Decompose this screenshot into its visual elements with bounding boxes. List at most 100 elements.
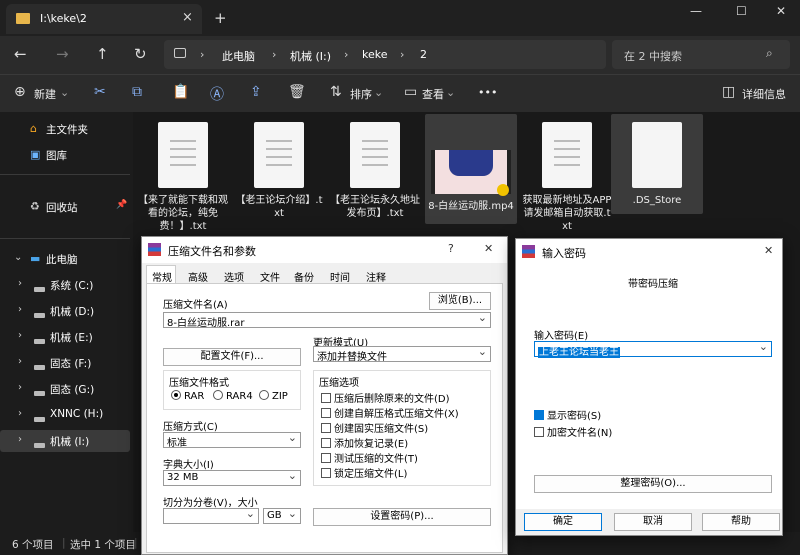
breadcrumb-item[interactable]: 此电脑	[222, 48, 255, 64]
pin-icon[interactable]: 📌	[116, 200, 127, 210]
sort-button[interactable]: 排序	[350, 86, 372, 102]
dictionary-select[interactable]: 32 MB	[163, 469, 301, 486]
sidebar-item-drive-f[interactable]: › 固态 (F:)	[0, 352, 130, 374]
window-tab[interactable]: I:\keke\2 ×	[6, 4, 202, 34]
file-item[interactable]: .DS_Store	[611, 114, 703, 214]
archive-name-input[interactable]: 8-白丝运动服.rar	[163, 311, 491, 329]
cancel-button[interactable]: 取消	[614, 513, 692, 531]
test-files-checkbox[interactable]: 测试压缩的文件(T)	[321, 450, 418, 465]
split-size-input[interactable]	[163, 507, 259, 524]
sidebar-item-this-pc[interactable]: ⌄ ▬ 此电脑	[0, 248, 130, 270]
ok-button[interactable]: 确定	[524, 513, 602, 531]
split-unit-select[interactable]: GB	[263, 507, 301, 524]
sidebar-item-drive-d[interactable]: › 机械 (D:)	[0, 300, 130, 322]
chevron-right-icon[interactable]: ›	[18, 408, 22, 419]
chevron-down-icon[interactable]: ⌄	[14, 252, 22, 263]
method-select[interactable]: 标准	[163, 431, 301, 449]
browse-button[interactable]: 浏览(B)...	[429, 292, 491, 310]
monitor-icon	[174, 48, 186, 58]
search-box[interactable]: 在 2 中搜索 ⌕	[612, 40, 790, 69]
chevron-right-icon[interactable]: ›	[18, 356, 22, 367]
more-button[interactable]: •••	[478, 86, 497, 99]
set-password-button[interactable]: 设置密码(P)...	[313, 508, 491, 526]
forward-button[interactable]: →	[56, 45, 69, 63]
update-mode-select[interactable]: 添加并替换文件	[313, 345, 491, 363]
up-button[interactable]: ↑	[96, 45, 109, 63]
minimize-button[interactable]: —	[690, 4, 702, 18]
tab-options[interactable]: 选项	[224, 269, 244, 284]
breadcrumb-item[interactable]: keke	[362, 48, 388, 61]
tab-comment[interactable]: 注释	[366, 269, 386, 284]
back-button[interactable]: ←	[14, 45, 27, 63]
show-password-checkbox[interactable]: 显示密码(S)	[534, 407, 601, 422]
chevron-right-icon[interactable]: ›	[18, 278, 22, 289]
winrar-icon	[148, 243, 161, 256]
breadcrumb-item[interactable]: 机械 (I:)	[290, 48, 331, 64]
text-file-icon	[542, 122, 592, 188]
copy-icon[interactable]: ⧉	[132, 84, 142, 100]
password-input[interactable]: 上老王论坛当老王	[534, 340, 772, 358]
file-name: .DS_Store	[632, 195, 682, 206]
sidebar-item-label: 系统 (C:)	[50, 280, 94, 292]
close-dialog-button[interactable]: ✕	[484, 242, 493, 255]
sidebar-item-drive-g[interactable]: › 固态 (G:)	[0, 378, 130, 400]
delete-after-checkbox[interactable]: 压缩后删除原来的文件(D)	[321, 390, 450, 405]
file-item[interactable]: 获取最新地址及APP请发邮箱自动获取.txt	[521, 114, 613, 233]
cut-icon[interactable]: ✂	[94, 84, 106, 100]
chevron-right-icon: ›	[272, 48, 277, 61]
tab-backup[interactable]: 备份	[294, 269, 314, 284]
help-button[interactable]: 帮助	[702, 513, 780, 531]
rename-icon[interactable]: Ⓐ	[210, 84, 224, 104]
close-dialog-button[interactable]: ✕	[764, 244, 773, 257]
sidebar-item-home[interactable]: ⌂ 主文件夹	[0, 118, 130, 140]
organize-passwords-button[interactable]: 整理密码(O)...	[534, 475, 772, 493]
paste-icon[interactable]: 📋	[172, 84, 189, 100]
view-button[interactable]: 查看	[422, 86, 444, 102]
sfx-checkbox[interactable]: 创建自解压格式压缩文件(X)	[321, 405, 459, 420]
sidebar-item-label: 固态 (F:)	[50, 358, 92, 370]
breadcrumb-item[interactable]: 2	[420, 48, 427, 61]
navigation-pane: ⌂ 主文件夹 ▣ 图库 ♻ 回收站 📌 ⌄ ▬ 此电脑 › 系统 (C:) › …	[0, 112, 133, 532]
search-input[interactable]: 在 2 中搜索	[624, 48, 682, 64]
chevron-right-icon[interactable]: ›	[18, 434, 22, 445]
chevron-right-icon[interactable]: ›	[18, 330, 22, 341]
format-rar4-radio[interactable]: RAR4	[213, 390, 253, 402]
tab-files[interactable]: 文件	[260, 269, 280, 284]
new-icon: ⊕	[14, 84, 26, 100]
tab-general[interactable]: 常规	[152, 269, 172, 284]
new-button[interactable]: 新建	[34, 86, 56, 102]
maximize-button[interactable]: ☐	[736, 4, 747, 18]
file-item[interactable]: 8-白丝运动服.mp4	[425, 114, 517, 224]
refresh-button[interactable]: ↻	[134, 45, 147, 63]
sidebar-item-recycle-bin[interactable]: ♻ 回收站 📌	[0, 196, 130, 218]
lock-archive-checkbox[interactable]: 锁定压缩文件(L)	[321, 465, 407, 480]
chevron-right-icon[interactable]: ›	[18, 304, 22, 315]
sidebar-item-drive-h[interactable]: › XNNC (H:)	[0, 404, 130, 426]
format-rar-radio[interactable]: RAR	[171, 390, 204, 402]
sidebar-item-drive-i[interactable]: › 机械 (I:)	[0, 430, 130, 452]
close-tab-icon[interactable]: ×	[182, 10, 193, 25]
file-item[interactable]: 【来了就能下载和观看的论坛，纯免费！】.txt	[137, 114, 229, 233]
details-button[interactable]: 详细信息	[742, 86, 786, 102]
file-item[interactable]: 【老王论坛永久地址发布页】.txt	[329, 114, 421, 220]
close-window-button[interactable]: ✕	[776, 4, 786, 18]
tab-advanced[interactable]: 高级	[188, 269, 208, 284]
file-item[interactable]: 【老王论坛介绍】.txt	[233, 114, 325, 220]
sidebar-item-drive-c[interactable]: › 系统 (C:)	[0, 274, 130, 296]
share-icon[interactable]: ⇪	[250, 84, 262, 100]
profiles-button[interactable]: 配置文件(F)...	[163, 348, 301, 366]
encrypt-filenames-checkbox[interactable]: 加密文件名(N)	[534, 424, 612, 439]
solid-checkbox[interactable]: 创建固实压缩文件(S)	[321, 420, 428, 435]
sidebar-item-label: XNNC (H:)	[50, 408, 104, 420]
sidebar-item-gallery[interactable]: ▣ 图库	[0, 144, 130, 166]
format-zip-radio[interactable]: ZIP	[259, 390, 288, 402]
help-button[interactable]: ?	[448, 242, 454, 255]
chevron-right-icon[interactable]: ›	[18, 382, 22, 393]
new-tab-button[interactable]: +	[214, 9, 227, 27]
tab-time[interactable]: 时间	[330, 269, 350, 284]
address-bar[interactable]: › 此电脑 › 机械 (I:) › keke › 2	[164, 40, 606, 69]
recovery-record-checkbox[interactable]: 添加恢复记录(E)	[321, 435, 408, 450]
delete-icon[interactable]: 🗑	[288, 84, 306, 100]
home-icon: ⌂	[30, 122, 37, 135]
sidebar-item-drive-e[interactable]: › 机械 (E:)	[0, 326, 130, 348]
